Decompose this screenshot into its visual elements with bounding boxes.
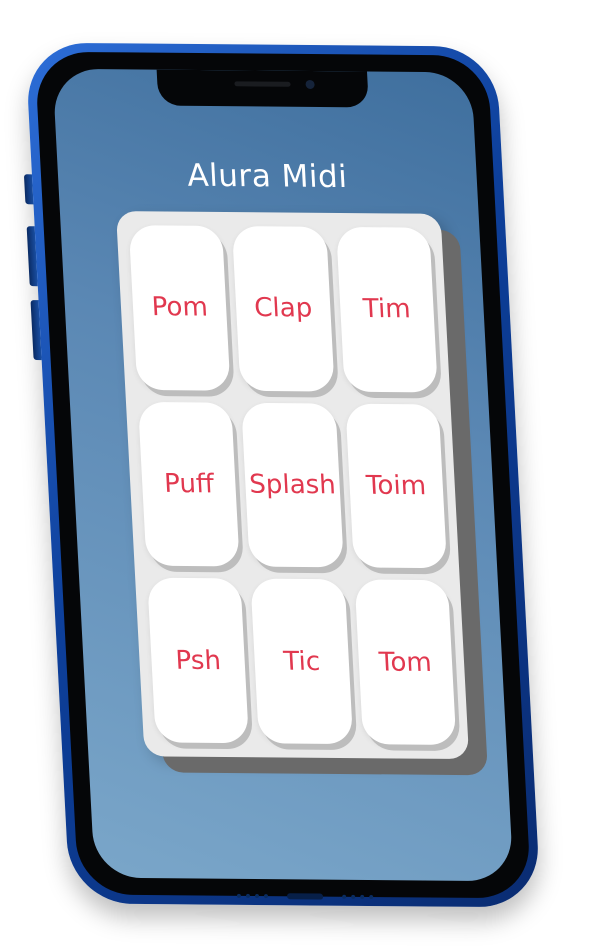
pad-clap[interactable]: Clap <box>232 226 335 392</box>
pad-tic[interactable]: Tic <box>250 578 353 745</box>
phone-device: Alura Midi Pom Clap Tim Puff Splash Toim… <box>23 42 541 908</box>
pad-label: Puff <box>163 468 215 500</box>
notch <box>156 69 369 108</box>
pad-puff[interactable]: Puff <box>137 401 241 567</box>
speaker-hole <box>263 894 269 899</box>
pad-label: Tom <box>378 647 433 678</box>
pad-label: Psh <box>174 645 222 676</box>
speaker-hole <box>254 893 260 899</box>
pad-tim[interactable]: Tim <box>335 226 438 393</box>
device-scene: Alura Midi Pom Clap Tim Puff Splash Toim… <box>0 0 600 950</box>
phone-bezel: Alura Midi Pom Clap Tim Puff Splash Toim… <box>34 51 532 899</box>
speaker-hole <box>245 893 251 898</box>
charging-port <box>286 893 324 900</box>
pad-label: Splash <box>248 469 337 501</box>
app-screen: Alura Midi Pom Clap Tim Puff Splash Toim… <box>52 68 514 882</box>
pad-pom[interactable]: Pom <box>128 225 231 391</box>
speaker-grille <box>234 81 291 87</box>
pad-toim[interactable]: Toim <box>344 403 448 569</box>
pad-label: Toim <box>365 470 427 502</box>
pad-board: Pom Clap Tim Puff Splash Toim Psh Tic To… <box>115 211 470 760</box>
phone-frame: Alura Midi Pom Clap Tim Puff Splash Toim… <box>25 42 541 908</box>
speaker-hole <box>369 894 374 900</box>
pad-label: Clap <box>253 293 314 324</box>
pad-psh[interactable]: Psh <box>147 577 250 744</box>
speaker-hole <box>351 894 356 899</box>
pad-label: Tim <box>362 294 412 325</box>
speaker-hole <box>360 894 365 899</box>
camera-icon <box>305 79 315 89</box>
pad-label: Tic <box>282 646 321 677</box>
pad-label: Pom <box>150 292 209 323</box>
pad-splash[interactable]: Splash <box>241 402 344 568</box>
app-title: Alura Midi <box>186 157 349 196</box>
speaker-hole <box>342 894 347 899</box>
pad-tom[interactable]: Tom <box>354 579 457 746</box>
speaker-hole <box>236 893 242 898</box>
